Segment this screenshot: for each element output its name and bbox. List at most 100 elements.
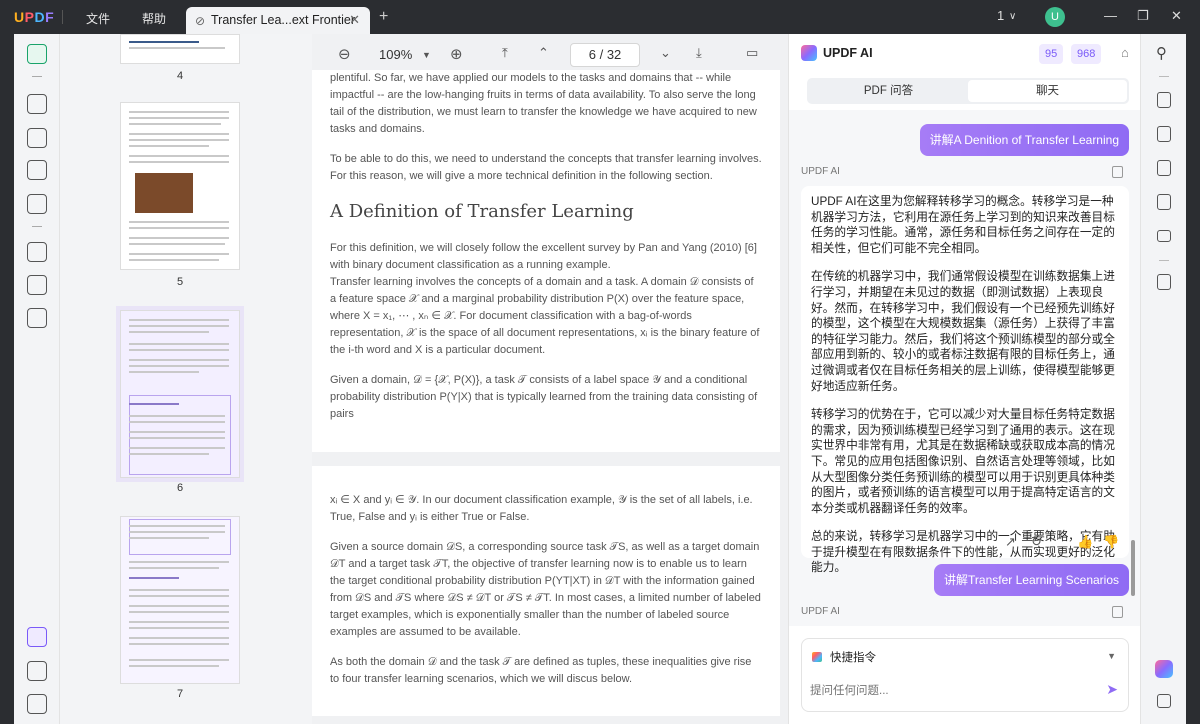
previous-page-icon[interactable]: ⌃ <box>538 45 549 61</box>
thumbs-up-icon[interactable]: 👍 <box>1077 534 1093 550</box>
chat-input[interactable] <box>810 681 1080 701</box>
ai-header: UPDF AI 95 968 ⌂ <box>789 34 1141 74</box>
zoom-dropdown-icon[interactable]: ▼ <box>422 50 431 60</box>
document-tab-title: Transfer Lea...ext Frontier <box>211 13 356 27</box>
right-edge <box>1186 34 1200 724</box>
close-window-icon[interactable]: ✕ <box>1171 8 1182 24</box>
bookmark-icon[interactable] <box>27 661 47 681</box>
copy-icon[interactable] <box>1112 166 1123 178</box>
chat-scrollbar[interactable] <box>1131 540 1135 596</box>
close-tab-icon[interactable]: ✕ <box>349 12 360 28</box>
current-page: 6 <box>588 47 596 62</box>
paragraph: Given a source domain 𝒟S, a correspondin… <box>330 541 761 638</box>
search-icon[interactable]: ⚲ <box>1156 44 1167 62</box>
app-logo: UPDF <box>14 9 55 25</box>
credit-badge-questions[interactable]: 968 <box>1071 44 1102 64</box>
email-icon[interactable] <box>1157 230 1171 242</box>
chat-history: 讲解A Denition of Transfer Learning UPDF A… <box>789 110 1141 626</box>
zoom-out-icon[interactable]: ⊖ <box>338 45 351 63</box>
thumbnail-label: 5 <box>176 276 184 288</box>
credit-badge-documents[interactable]: 95 <box>1039 44 1064 64</box>
window-count[interactable]: 1 <box>997 8 1004 23</box>
convert-icon[interactable] <box>27 194 47 214</box>
zoom-in-icon[interactable]: ⊕ <box>450 45 463 63</box>
presentation-icon[interactable]: ▭ <box>746 45 758 61</box>
avatar[interactable]: U <box>1045 7 1065 27</box>
title-bar: UPDF 文件 帮助 ⊘ Transfer Lea...ext Frontier… <box>0 0 1200 34</box>
form-icon[interactable] <box>27 160 47 180</box>
crop-icon[interactable] <box>27 275 47 295</box>
page-number-input[interactable]: 6 / 32 <box>570 43 640 67</box>
lock-icon[interactable]: ⌂ <box>1121 45 1129 60</box>
chevron-down-icon[interactable]: ∨ <box>1009 11 1016 22</box>
reader-icon[interactable] <box>27 44 47 64</box>
divider <box>1159 260 1169 261</box>
thumbnail-page[interactable] <box>120 102 240 270</box>
thumbnail-label: 7 <box>176 688 184 700</box>
user-message: 讲解Transfer Learning Scenarios <box>934 564 1129 596</box>
chat-composer: 快捷指令 ▼ ➤ <box>801 638 1129 712</box>
answer-paragraph: 在传统的机器学习中，我们通常假设模型在训练数据集上进行学习，并期望在未见过的数据… <box>811 270 1115 393</box>
edit-pdf-icon[interactable] <box>27 128 47 148</box>
tab-chat[interactable]: 聊天 <box>968 80 1127 102</box>
menu-file[interactable]: 文件 <box>86 10 110 27</box>
document-viewer: ⊖ 109% ▼ ⊕ ⤒ ⌃ 6 / 32 ⌄ ⤓ ▭ plentiful. S… <box>312 34 788 724</box>
export-icon[interactable]: ↗ <box>1005 534 1016 550</box>
thumbs-down-icon[interactable]: 👎 <box>1103 534 1119 550</box>
zoom-level[interactable]: 109% <box>379 47 412 62</box>
user-message: 讲解A Denition of Transfer Learning <box>919 124 1129 156</box>
thumbnail-page[interactable] <box>120 34 240 64</box>
section-heading: A Definition of Transfer Learning <box>330 201 634 222</box>
save-icon[interactable] <box>1157 274 1171 290</box>
comment-icon[interactable] <box>27 94 47 114</box>
restore-icon[interactable]: ❐ <box>1137 8 1149 24</box>
answer-paragraph: UPDF AI在这里为您解释转移学习的概念。转移学习是一种机器学习方法，它利用在… <box>811 195 1115 255</box>
document-tab[interactable]: ⊘ Transfer Lea...ext Frontier ✕ <box>186 7 370 34</box>
organize-pages-icon[interactable] <box>27 242 47 262</box>
paragraph: plentiful. So far, we have applied our m… <box>330 72 757 135</box>
first-page-icon[interactable]: ⤒ <box>502 45 508 61</box>
protect-icon[interactable] <box>1157 160 1171 176</box>
right-tool-rail: ⚲ <box>1140 34 1186 724</box>
ocr-icon[interactable] <box>1157 92 1171 108</box>
last-page-icon[interactable]: ⤓ <box>696 45 702 61</box>
ai-label: UPDF AI <box>801 606 840 617</box>
thumbnail-label: 4 <box>176 70 184 82</box>
total-pages: 32 <box>606 47 622 62</box>
paragraph: xᵢ ∈ X and yᵢ ∈ 𝒴. In our document class… <box>330 494 753 523</box>
chat-icon[interactable] <box>1157 694 1171 708</box>
answer-paragraph: 转移学习的优势在于，它可以减少对大量目标任务特定数据的需求，因为预训练模型已经学… <box>811 408 1115 515</box>
attachment-icon[interactable] <box>27 694 47 714</box>
page-separator: / <box>599 47 604 62</box>
divider <box>1159 76 1169 77</box>
quick-command-label: 快捷指令 <box>830 652 876 664</box>
divider <box>32 226 42 227</box>
thumbnail-page[interactable] <box>120 516 240 684</box>
thumbnail-panel: 4 5 6 7 <box>60 34 312 724</box>
copy-icon[interactable] <box>1112 606 1123 618</box>
tab-pdf-qa[interactable]: PDF 问答 <box>809 80 968 102</box>
send-icon[interactable]: ➤ <box>1106 681 1118 698</box>
thumbnail-label: 6 <box>176 482 184 494</box>
layers-icon[interactable] <box>27 627 47 647</box>
regenerate-icon[interactable]: ↻ <box>1031 534 1042 550</box>
convert-pdf-icon[interactable] <box>1157 126 1171 142</box>
ai-answer: UPDF AI在这里为您解释转移学习的概念。转移学习是一种机器学习方法，它利用在… <box>801 186 1129 574</box>
pdf-page: xᵢ ∈ X and yᵢ ∈ 𝒴. In our document class… <box>312 466 780 716</box>
pdf-page: plentiful. So far, we have applied our m… <box>312 70 780 452</box>
share-icon[interactable] <box>1157 194 1171 210</box>
menu-help[interactable]: 帮助 <box>142 10 166 27</box>
quick-command-icon <box>812 652 822 662</box>
ai-panel: UPDF AI 95 968 ⌂ PDF 问答 聊天 讲解A Denition … <box>788 34 1141 724</box>
quick-command-selector[interactable]: 快捷指令 <box>812 649 876 665</box>
thumbnail-page-selected[interactable] <box>116 306 244 482</box>
chevron-down-icon[interactable]: ▼ <box>1107 651 1116 661</box>
tools-icon[interactable] <box>27 308 47 328</box>
document-link-icon: ⊘ <box>195 14 206 28</box>
updf-ai-icon[interactable] <box>1155 660 1173 678</box>
next-page-icon[interactable]: ⌄ <box>660 45 671 61</box>
paragraph: Transfer learning involves the concepts … <box>330 276 760 356</box>
new-tab-button[interactable]: + <box>379 8 388 26</box>
minimize-icon[interactable]: — <box>1104 8 1117 23</box>
divider <box>62 10 63 24</box>
